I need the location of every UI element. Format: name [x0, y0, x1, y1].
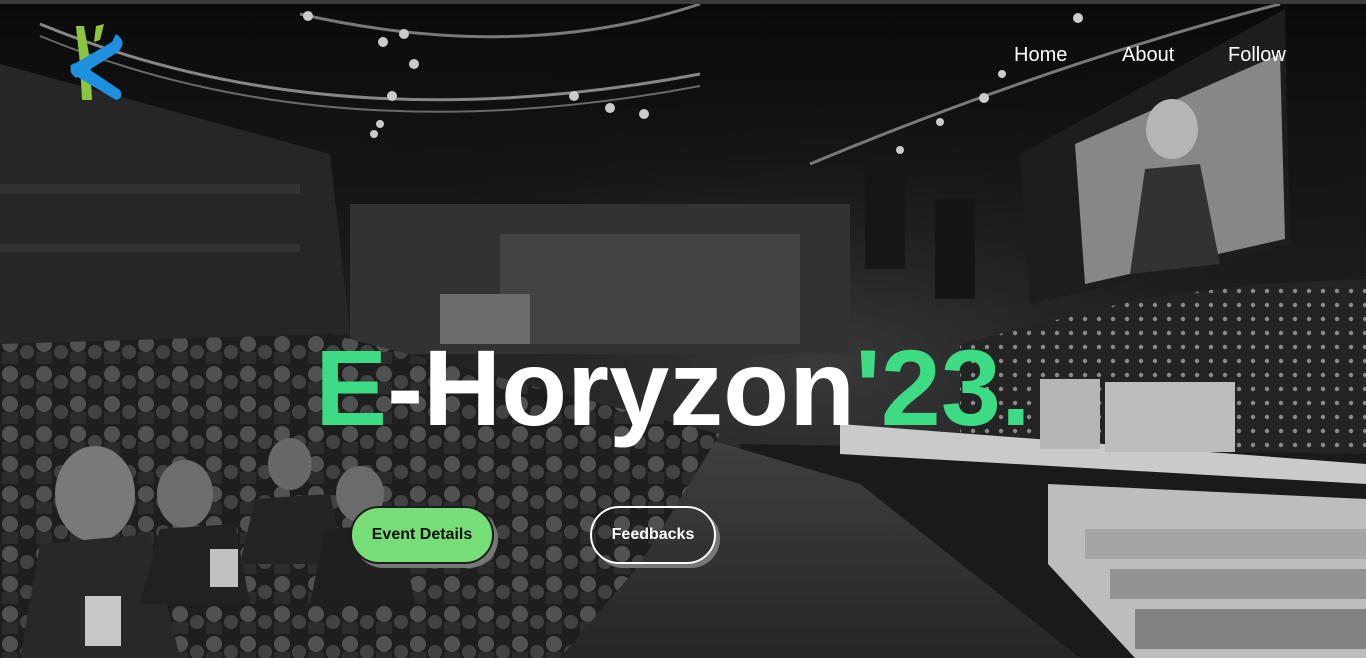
nav-about-link[interactable]: About: [1122, 44, 1174, 67]
title-prefix: E: [315, 327, 388, 448]
eh-logo-icon[interactable]: [62, 20, 128, 104]
nav-home-link[interactable]: Home: [1014, 44, 1067, 67]
nav-follow-link[interactable]: Follow: [1228, 44, 1286, 67]
hero-title: E-Horyzon'23.: [0, 328, 1366, 448]
hero-section: Home About Follow E-Horyzon'23. Event De…: [0, 4, 1366, 658]
event-details-button[interactable]: Event Details: [350, 506, 494, 564]
feedbacks-button[interactable]: Feedbacks: [590, 506, 716, 564]
title-middle: -Horyzon: [387, 327, 856, 448]
title-suffix: '23.: [855, 327, 1031, 448]
